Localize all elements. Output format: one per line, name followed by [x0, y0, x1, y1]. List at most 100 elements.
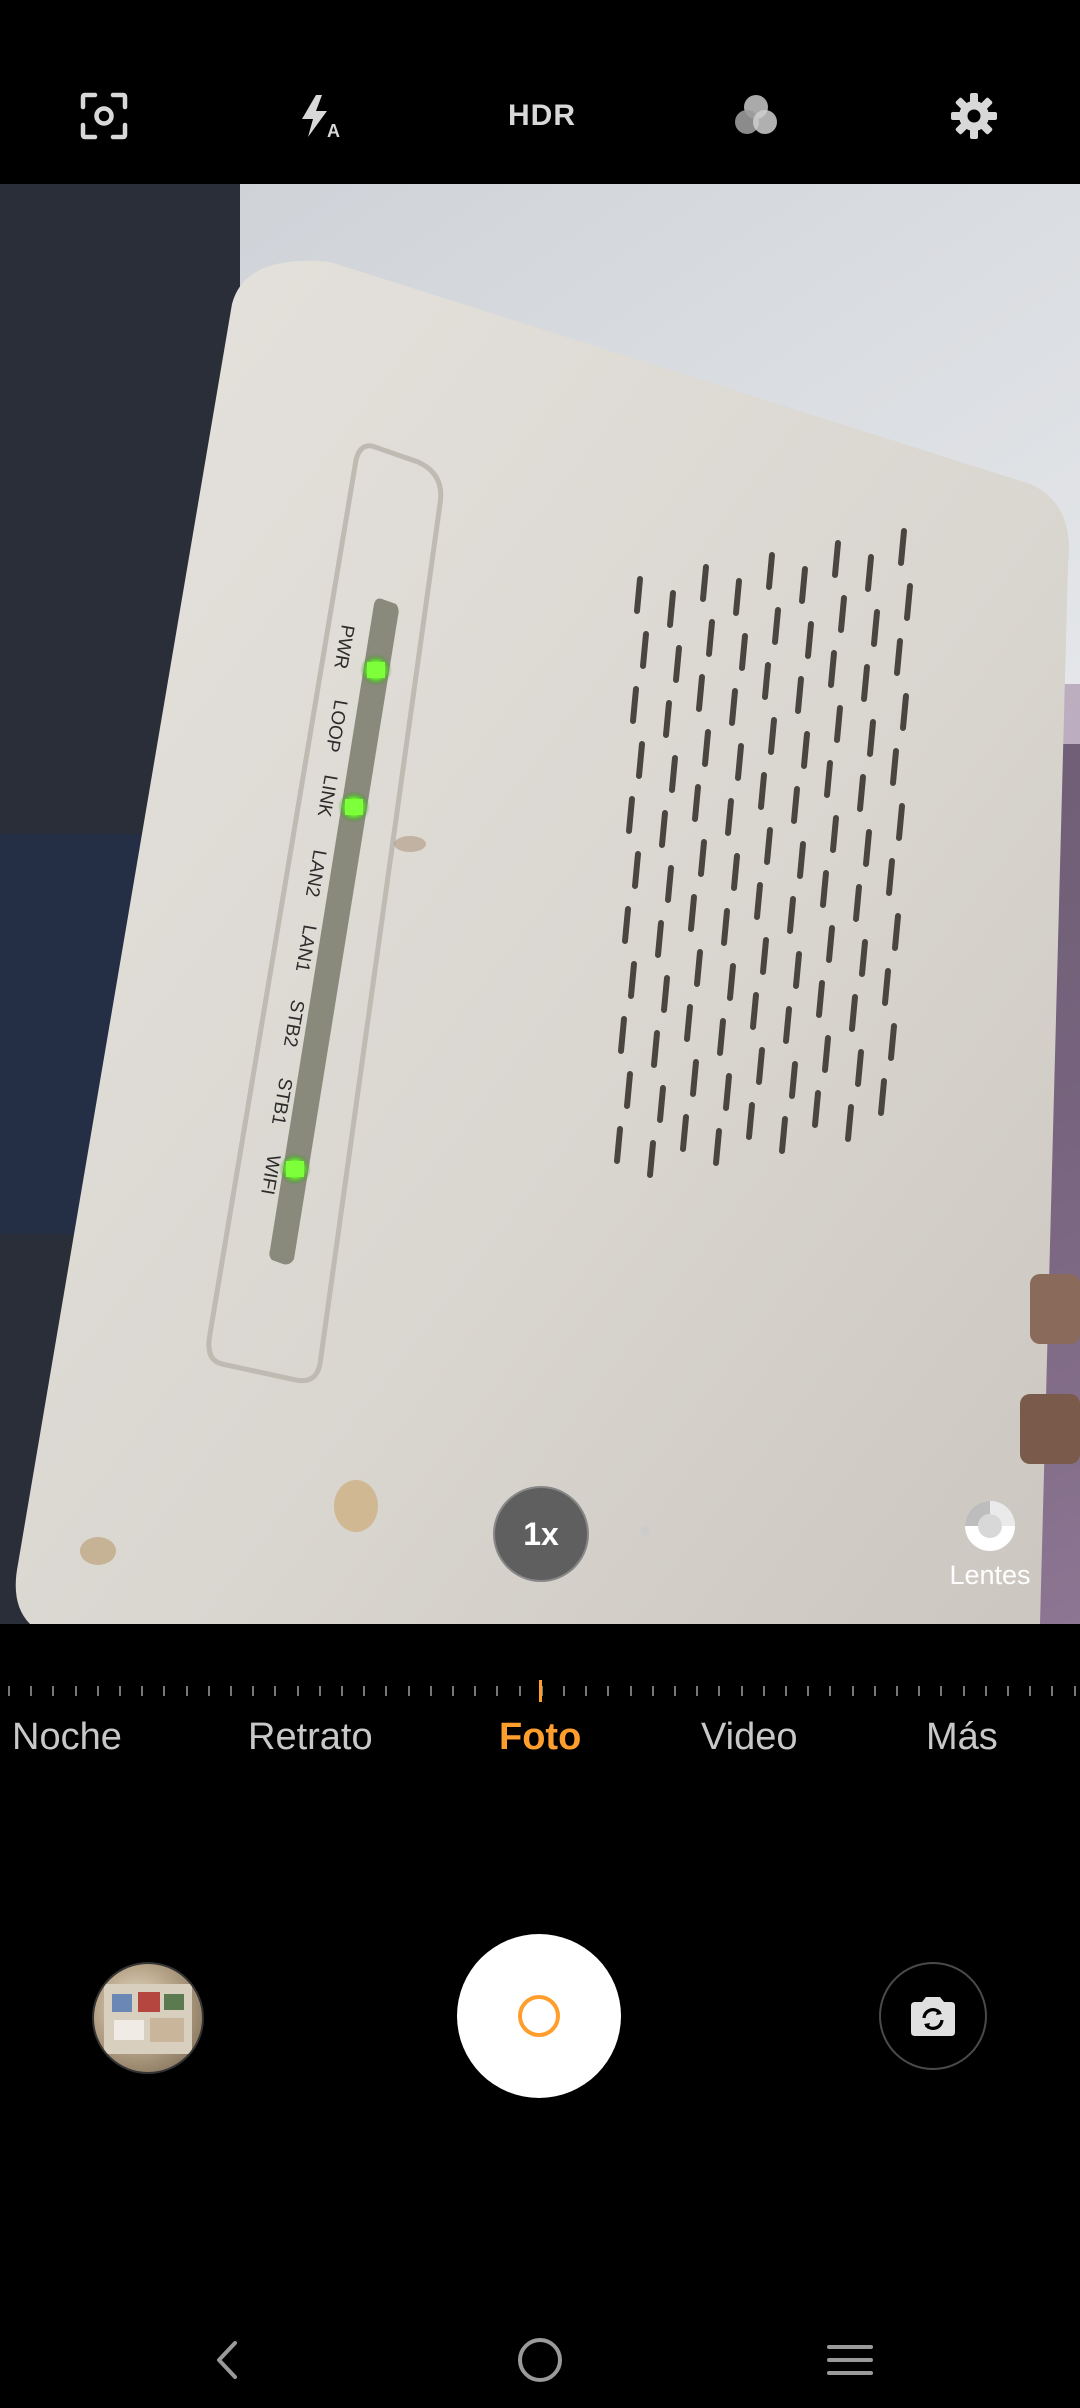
vent-slot	[721, 908, 730, 946]
gear-icon[interactable]	[938, 80, 1010, 152]
zoom-1x-button[interactable]: 1x	[493, 1486, 589, 1582]
mode-ruler-tick	[1051, 1686, 1054, 1696]
mode-ruler-tick	[651, 1686, 654, 1696]
vent-slot	[896, 803, 905, 841]
mode-ruler-tick	[141, 1686, 144, 1696]
vent-slot	[731, 853, 740, 891]
vent-slot	[855, 1049, 864, 1087]
zoom-label: 1x	[523, 1515, 559, 1552]
focus-frame-icon[interactable]	[68, 80, 140, 152]
mode-ruler-indicator	[539, 1680, 542, 1702]
mode-ruler-tick	[8, 1686, 10, 1696]
mode-ruler-tick	[185, 1686, 188, 1696]
vent-slot	[886, 858, 895, 896]
vent-slot	[750, 992, 759, 1030]
mode-ruler-tick	[496, 1686, 499, 1696]
mode-ruler-tick	[429, 1686, 432, 1696]
mode-ruler-tick	[52, 1686, 55, 1696]
vent-slot	[626, 796, 635, 834]
mode-ruler-tick	[607, 1686, 610, 1696]
filter-icon[interactable]	[720, 80, 792, 152]
vent-slot	[812, 1090, 821, 1128]
flash-auto-icon[interactable]: A	[283, 80, 355, 152]
vent-slot	[878, 1078, 887, 1116]
vent-slot	[894, 638, 903, 676]
vent-slot	[632, 851, 641, 889]
system-nav-bar	[0, 2300, 1080, 2408]
vent-slot	[717, 1018, 726, 1056]
vent-slot	[756, 1047, 765, 1085]
switch-camera-button[interactable]	[879, 1962, 987, 2070]
vent-slot	[795, 676, 804, 714]
mode-ruler-tick	[807, 1686, 810, 1696]
vent-slot	[760, 937, 769, 975]
vent-slot	[849, 994, 858, 1032]
vent-slot	[624, 1071, 633, 1109]
vent-slot	[684, 1004, 693, 1042]
vent-slot	[663, 700, 672, 738]
vent-slot	[797, 841, 806, 879]
mode-ruler-tick	[163, 1686, 166, 1696]
vent-slot	[853, 884, 862, 922]
lens-icon	[965, 1501, 1015, 1551]
mode-ruler-tick	[30, 1686, 33, 1696]
mode-ruler-tick	[696, 1686, 699, 1696]
shutter-button[interactable]	[457, 1934, 621, 2098]
mode-ruler-tick	[585, 1686, 588, 1696]
mode-ruler[interactable]	[0, 1680, 1080, 1702]
mode-foto[interactable]: Foto	[499, 1716, 581, 1759]
vent-slot	[764, 827, 773, 865]
mode-ruler-tick	[318, 1686, 321, 1696]
vent-slot	[688, 894, 697, 932]
vent-slot	[828, 650, 837, 688]
vent-slot	[754, 882, 763, 920]
mode-ruler-tick	[918, 1686, 921, 1696]
vent-slot	[746, 1102, 755, 1140]
vent-slot	[789, 1061, 798, 1099]
mode-ruler-tick	[785, 1686, 787, 1696]
svg-text:A: A	[327, 121, 340, 141]
vent-slot	[647, 1140, 656, 1178]
vent-slot	[857, 774, 866, 812]
vent-slot	[801, 731, 810, 769]
mode-ruler-tick	[984, 1686, 987, 1696]
camera-viewfinder[interactable]: PWR LOOP LINK LAN2 LAN1 STB2 STB1 WIFI 1…	[0, 184, 1080, 1624]
mode-mas[interactable]: Más	[926, 1716, 998, 1759]
vent-slot	[791, 786, 800, 824]
mode-ruler-tick	[341, 1686, 343, 1696]
vent-slot	[727, 963, 736, 1001]
vent-slot	[725, 798, 734, 836]
mode-ruler-tick	[452, 1686, 454, 1696]
mode-ruler-tick	[407, 1686, 410, 1696]
mode-noche[interactable]: Noche	[12, 1716, 122, 1759]
back-icon[interactable]	[192, 2324, 264, 2396]
home-icon[interactable]	[504, 2324, 576, 2396]
mode-ruler-tick	[385, 1686, 388, 1696]
menu-icon[interactable]	[814, 2324, 886, 2396]
vent-slot	[700, 564, 709, 602]
hdr-toggle[interactable]: HDR	[502, 80, 582, 152]
mode-ruler-tick	[207, 1686, 210, 1696]
vent-slot	[832, 540, 841, 578]
vent-slot	[651, 1030, 660, 1068]
vent-slot	[659, 810, 668, 848]
vent-slot	[826, 925, 835, 963]
vent-slot	[680, 1114, 689, 1152]
vent-slot	[640, 631, 649, 669]
vent-slot	[799, 566, 808, 604]
vent-slot	[692, 784, 701, 822]
zoom-level-dot[interactable]	[640, 1526, 650, 1536]
mode-ruler-tick	[829, 1686, 832, 1696]
vent-slot	[838, 595, 847, 633]
vent-slot	[713, 1128, 722, 1166]
vent-slot	[696, 674, 705, 712]
vent-slot	[772, 607, 781, 645]
vent-slot	[859, 939, 868, 977]
mode-video[interactable]: Video	[701, 1716, 798, 1759]
mode-ruler-tick	[74, 1686, 77, 1696]
vent-slot	[729, 688, 738, 726]
mode-ruler-tick	[674, 1686, 676, 1696]
mode-retrato[interactable]: Retrato	[248, 1716, 373, 1759]
mode-ruler-tick	[962, 1686, 965, 1696]
gallery-thumbnail[interactable]	[92, 1962, 204, 2074]
